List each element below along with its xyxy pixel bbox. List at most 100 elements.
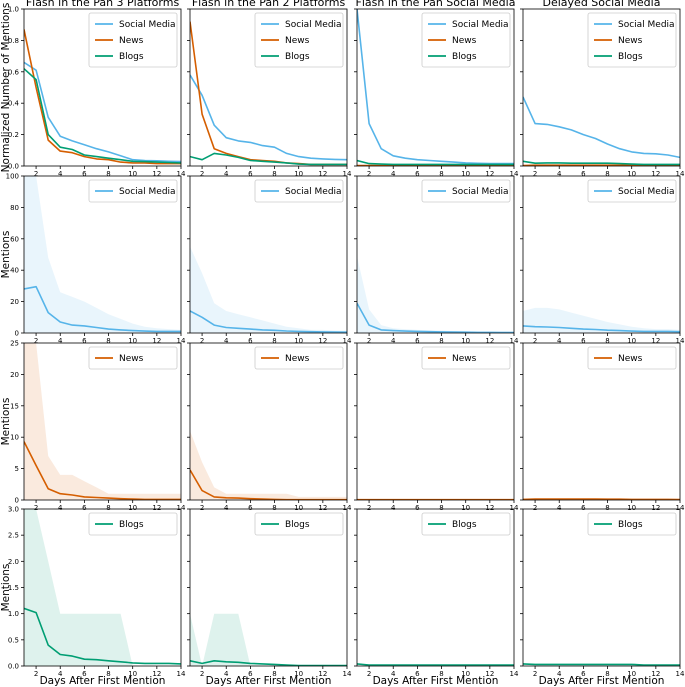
plot-area <box>357 663 514 666</box>
x-tick-label: 4 <box>391 337 396 345</box>
panel: 2 4 6 8 10 12 140510152025News <box>10 340 186 513</box>
x-tick-label: 12 <box>318 170 327 178</box>
x-tick-label: 10 <box>627 504 636 512</box>
x-tick-label: 8 <box>272 170 276 178</box>
legend: News <box>88 346 178 370</box>
x-tick-label: 6 <box>581 504 586 512</box>
x-axis-label: Days After First Mention <box>539 675 665 687</box>
x-tick-label: 2 <box>367 670 371 678</box>
x-tick-label: 14 <box>343 670 352 678</box>
x-tick-label: 6 <box>248 504 253 512</box>
x-tick-label: 8 <box>106 170 110 178</box>
plot-area <box>190 613 347 666</box>
y-tick-label: 20 <box>10 298 19 306</box>
x-tick-label: 8 <box>272 337 276 345</box>
panel: 2 4 6 8 10 12 14Social Media <box>354 175 519 345</box>
x-tick-label: 12 <box>152 504 161 512</box>
y-tick-label: 60 <box>10 235 19 243</box>
x-tick-label: 10 <box>128 170 137 178</box>
x-tick-label: 2 <box>200 504 204 512</box>
y-tick-label: 0 <box>15 330 19 338</box>
x-tick-label: 2 <box>367 170 371 178</box>
y-tick-label: 1.0 <box>8 610 19 618</box>
y-tick-label: 40 <box>10 267 19 275</box>
x-tick-label: 2 <box>200 670 204 678</box>
panel: 2 4 6 8 10 12 14Social MediaNewsBlogs <box>520 8 685 178</box>
x-tick-label: 10 <box>294 504 303 512</box>
legend-label: News <box>452 36 477 46</box>
x-tick-label: 2 <box>533 504 537 512</box>
panel: 2 4 6 8 10 12 140.00.20.40.60.81.0Social Media… <box>8 6 186 179</box>
y-tick-label: 2.0 <box>8 558 19 566</box>
y-tick-label: 0.0 <box>8 163 19 171</box>
x-tick-label: 12 <box>152 337 161 345</box>
x-tick-label: 2 <box>533 170 537 178</box>
x-axis-label: Days After First Mention <box>40 675 166 687</box>
x-tick-label: 6 <box>415 337 420 345</box>
x-tick-label: 8 <box>605 337 609 345</box>
confidence-band <box>357 256 514 333</box>
x-tick-label: 12 <box>485 504 494 512</box>
legend-label: Blogs <box>618 52 643 62</box>
plot-area <box>190 246 347 333</box>
legend: Social Media <box>254 179 344 203</box>
panel: 2 4 6 8 10 12 14BlogsDays After First Mention <box>187 508 352 687</box>
x-tick-label: 6 <box>82 170 87 178</box>
legend-label: Social Media <box>452 187 509 197</box>
legend: Social Media <box>421 179 511 203</box>
plot-area <box>190 430 347 500</box>
legend-label: Social Media <box>119 20 176 30</box>
legend-label: Blogs <box>285 520 310 530</box>
legend-label: News <box>119 36 144 46</box>
legend-label: Social Media <box>618 20 675 30</box>
legend-label: News <box>618 36 643 46</box>
legend: Blogs <box>421 512 511 536</box>
y-tick-label: 15 <box>10 402 19 410</box>
column-title: Flash in the Pan Social Media <box>356 0 516 9</box>
legend: Social Media News Blogs <box>587 12 677 68</box>
legend-label: Blogs <box>618 520 643 530</box>
series-line <box>357 663 514 666</box>
confidence-band <box>190 430 347 500</box>
column-title: Flash in the Pan 3 Platforms <box>26 0 180 9</box>
legend: Social Media News Blogs <box>421 12 511 68</box>
x-axis-label: Days After First Mention <box>206 675 332 687</box>
x-tick-label: 14 <box>676 670 685 678</box>
x-tick-label: 8 <box>272 504 276 512</box>
panel: 2 4 6 8 10 12 14BlogsDays After First Mention <box>354 508 519 687</box>
x-axis-label: Days After First Mention <box>373 675 499 687</box>
legend: Social Media News Blogs <box>254 12 344 68</box>
x-tick-label: 8 <box>439 504 443 512</box>
series-line <box>523 96 680 159</box>
y-tick-label: 80 <box>10 204 19 212</box>
legend-label: Blogs <box>452 52 477 62</box>
x-tick-label: 4 <box>224 170 229 178</box>
series-line <box>24 61 181 163</box>
x-tick-label: 10 <box>294 170 303 178</box>
x-tick-label: 6 <box>581 337 586 345</box>
plot-area <box>357 256 514 333</box>
x-tick-label: 4 <box>391 170 396 178</box>
y-tick-label: 0 <box>15 497 19 505</box>
legend-label: Blogs <box>285 52 310 62</box>
x-tick-label: 12 <box>485 170 494 178</box>
panel: 2 4 6 8 10 12 14BlogsDays After First Mention <box>520 508 685 687</box>
x-tick-label: 10 <box>461 337 470 345</box>
legend-label: News <box>119 354 144 364</box>
legend: Social Media <box>587 179 677 203</box>
legend-label: Blogs <box>119 520 144 530</box>
column-title: Delayed Social Media <box>543 0 661 9</box>
x-tick-label: 12 <box>651 337 660 345</box>
legend: Social Media News Blogs <box>88 12 178 68</box>
legend-label: Social Media <box>452 20 509 30</box>
legend-label: Blogs <box>452 520 477 530</box>
x-tick-label: 6 <box>248 337 253 345</box>
x-tick-label: 8 <box>106 504 110 512</box>
x-tick-label: 4 <box>224 337 229 345</box>
x-tick-label: 12 <box>485 337 494 345</box>
y-tick-label: 0.4 <box>8 100 20 108</box>
panel: 2 4 6 8 10 12 14Social MediaNewsBlogs <box>187 8 352 178</box>
y-tick-label: 100 <box>6 173 19 181</box>
x-tick-label: 2 <box>533 670 537 678</box>
x-tick-label: 4 <box>391 504 396 512</box>
